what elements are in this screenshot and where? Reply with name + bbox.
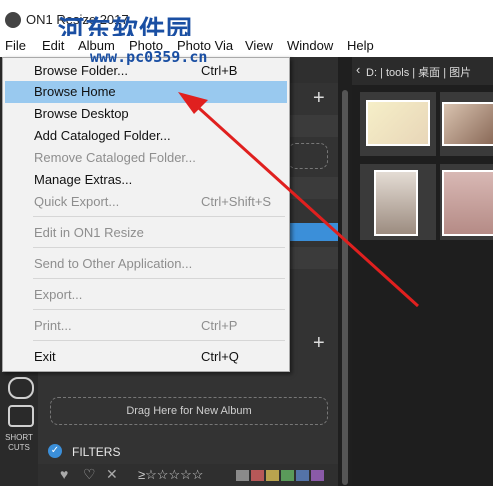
- annotation-arrow-icon: [178, 92, 420, 308]
